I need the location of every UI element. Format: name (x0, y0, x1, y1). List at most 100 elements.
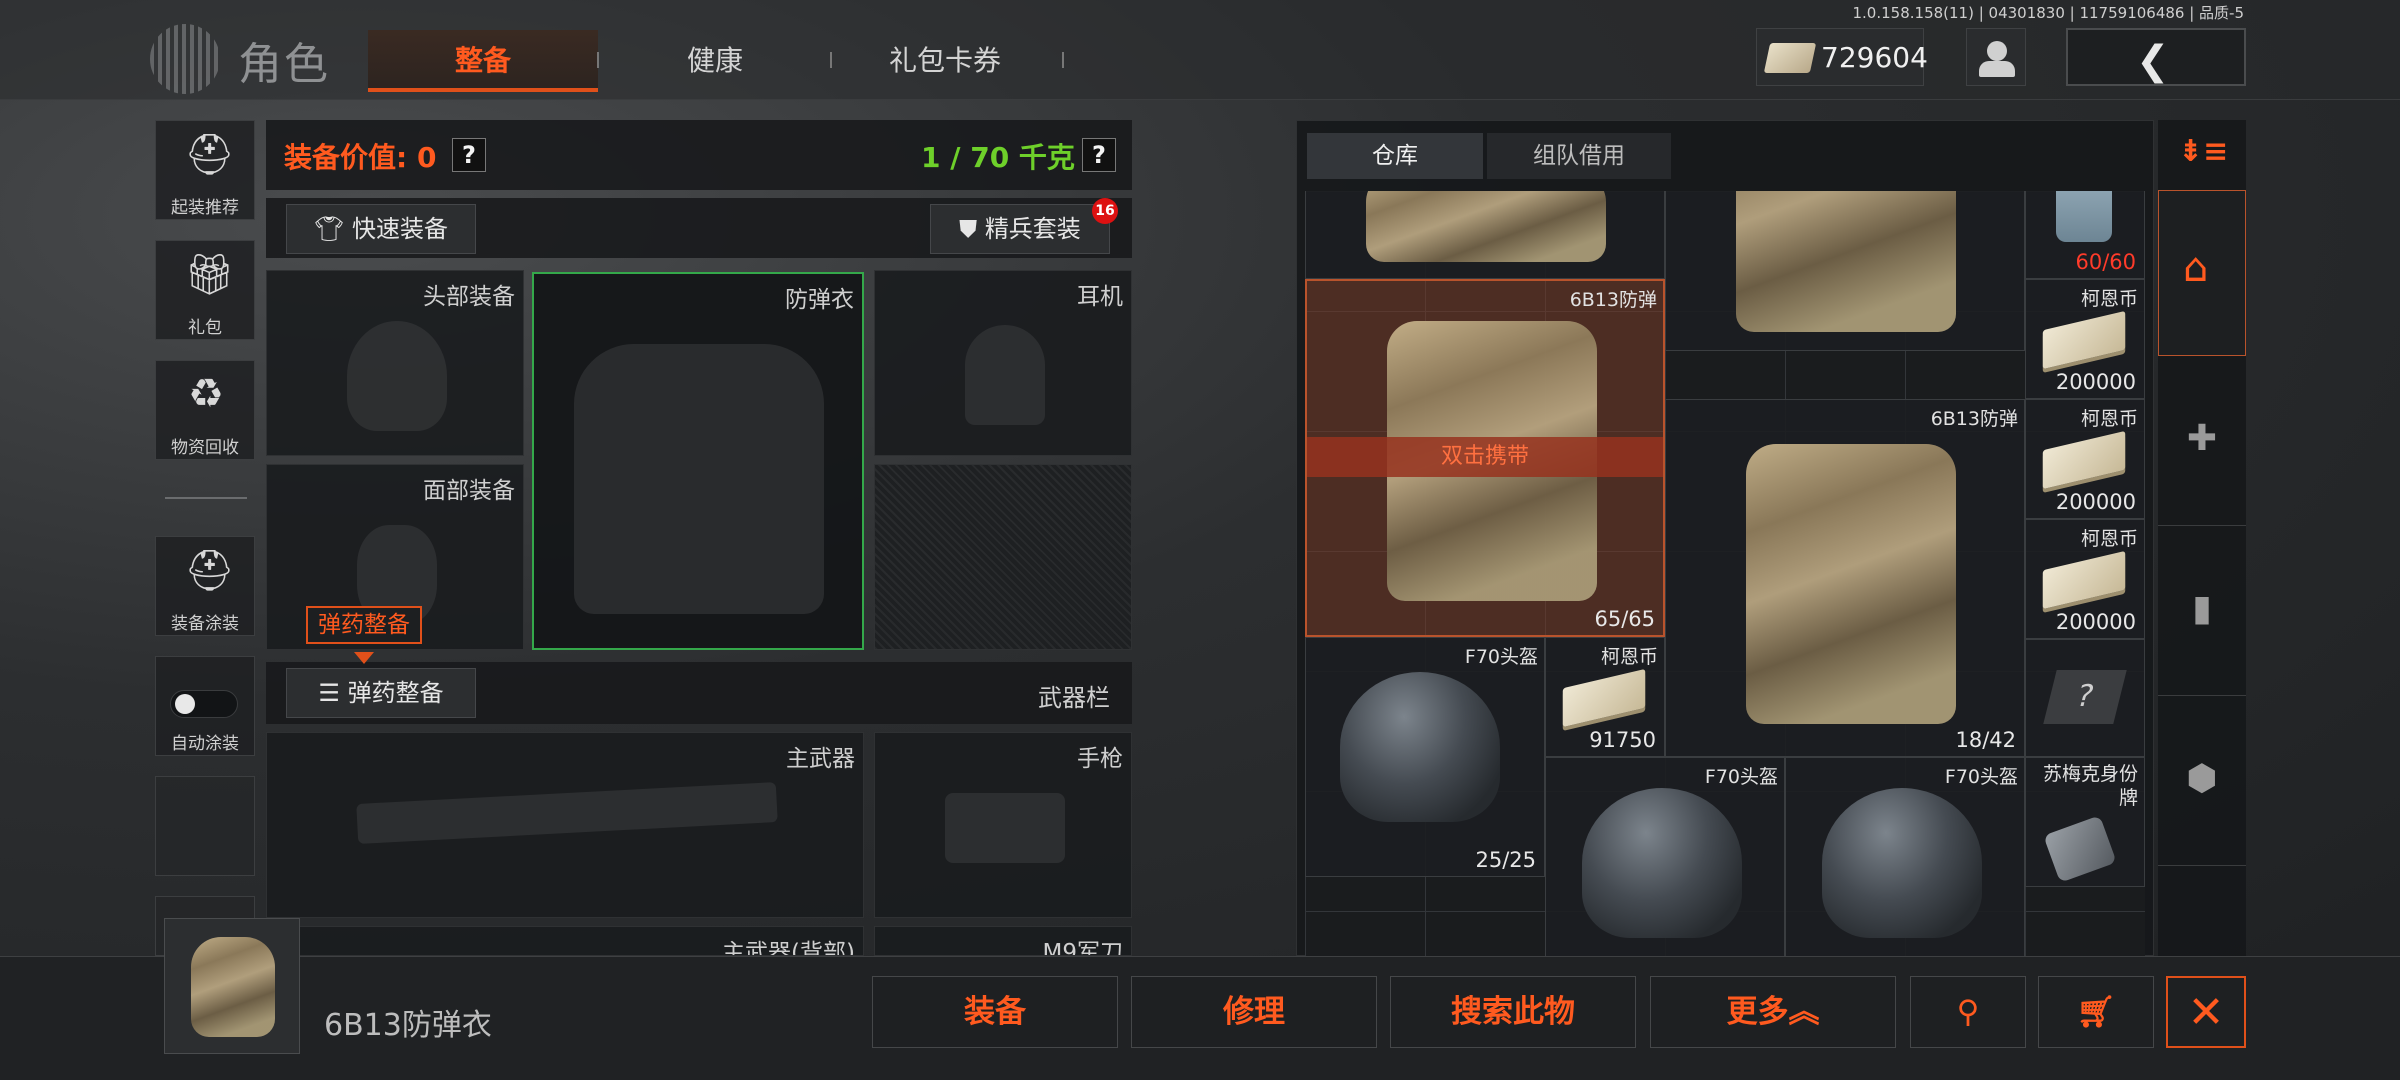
slot-label: 防弹衣 (785, 287, 854, 313)
primary-weapon-slot[interactable]: 主武器 (266, 732, 864, 918)
tab-gift-cards[interactable]: 礼包卡券 (830, 30, 1060, 92)
slot-label: 主武器 (786, 746, 855, 772)
magnify-button[interactable]: ⚲ (1910, 976, 2026, 1048)
item-value: 200000 (2055, 490, 2136, 514)
grid-item-helmet[interactable]: F70头盔 (1545, 757, 1785, 957)
sidebar-item-recycle[interactable]: ♻ 物资回收 (155, 360, 255, 460)
help-icon[interactable]: ? (452, 138, 486, 172)
double-tap-carry-label: 双击携带 (1307, 437, 1663, 477)
headset-placeholder-icon (965, 325, 1045, 425)
banknote-icon (2042, 310, 2126, 370)
helmet-icon (1582, 788, 1742, 938)
gear-item-icon (1366, 191, 1606, 262)
more-label: 更多 (1726, 994, 1789, 1030)
back-button[interactable]: ❮ (2066, 28, 2246, 86)
banknote-icon (2042, 550, 2126, 610)
body-armor-icon (191, 937, 275, 1037)
cart-icon: 🛒︎ (2076, 994, 2116, 1030)
sidebar-item-preset[interactable]: ⛑ 起装推荐 (155, 120, 255, 220)
close-button[interactable]: ✕ (2166, 976, 2246, 1048)
search-item-button[interactable]: 搜索此物 (1390, 976, 1636, 1048)
weapon-column-label: 武器栏 (1038, 684, 1110, 712)
chevron-up-double-icon: ︽ (1788, 994, 1820, 1030)
sidebar-item-gift[interactable]: 🎁︎ 礼包 (155, 240, 255, 340)
magazine-icon: ▮ (2192, 588, 2212, 629)
auto-paint-toggle[interactable] (170, 690, 238, 718)
cube-icon: ⬢ (2186, 758, 2218, 799)
grid-item-unknown[interactable]: ? (2025, 639, 2145, 757)
slot-label: M9军刀 (1042, 940, 1123, 956)
grid-item-money[interactable]: 柯恩币 200000 (2025, 399, 2145, 519)
item-count: 60/60 (2075, 250, 2136, 274)
selected-item-name: 6B13防弹衣 (324, 1008, 492, 1043)
gift-icon: 🎁︎ (184, 252, 235, 298)
body-armor-slot[interactable]: 防弹衣 (532, 272, 864, 650)
tab-team-borrow[interactable]: 组队借用 (1487, 133, 1671, 179)
category-all[interactable]: ⌂ (2158, 190, 2246, 356)
slot-label: 面部装备 (423, 478, 515, 504)
pistol-slot[interactable]: 手枪 (874, 732, 1132, 918)
ammo-tooltip: 弹药整备 (306, 606, 422, 644)
elite-set-button[interactable]: ⛊ 精兵套装 (930, 204, 1110, 254)
elite-set-label: 精兵套装 (984, 215, 1081, 243)
help-icon[interactable]: ? (1082, 138, 1116, 172)
version-text: 1.0.158.158(11) | 04301830 | 11759106486… (1852, 4, 2245, 22)
grid-item-money[interactable]: 柯恩币 200000 (2025, 519, 2145, 639)
sell-cart-button[interactable]: 🛒︎ (2038, 976, 2154, 1048)
helmet-icon (1822, 788, 1982, 938)
category-misc[interactable]: ⬢ (2158, 696, 2246, 866)
category-ammo[interactable]: ▮ (2158, 526, 2246, 696)
equipment-value-bar: 装备价值: 0 ? 1 / 70 千克 ? (266, 120, 1132, 190)
body-armor-icon (1746, 444, 1956, 724)
repair-button[interactable]: 修理 (1131, 976, 1377, 1048)
grid-item-armor[interactable]: 6B13防弹 18/42 (1665, 399, 2025, 757)
category-rail: ⇟≡ ⌂ ✚ ▮ ⬢ (2158, 120, 2246, 956)
storage-grid[interactable]: 60/60 6B13防弹 双击携带 65/65 柯恩币 200000 6B13防… (1305, 191, 2145, 957)
item-name: 苏梅克身份牌 (2042, 763, 2138, 809)
item-name: F70头盔 (1944, 766, 2018, 788)
sidebar-item-paint[interactable]: ⛑ 装备涂装 (155, 536, 255, 636)
soldier-preset-icon: ⛑ (184, 132, 235, 178)
head-gear-slot[interactable]: 头部装备 (266, 270, 524, 456)
banknote-icon (1562, 668, 1646, 728)
grid-item[interactable] (1665, 191, 2025, 351)
shield-icon: ⛊ (959, 215, 985, 243)
item-name: 6B13防弹 (1569, 289, 1657, 311)
category-medical[interactable]: ✚ (2158, 356, 2246, 526)
quick-actions-row: 👕︎ 快速装备 ⛊ 精兵套装 16 (266, 198, 1132, 258)
slot-label: 耳机 (1077, 284, 1123, 310)
selected-armor-item[interactable]: 6B13防弹 双击携带 65/65 (1305, 279, 1665, 637)
character-avatar-button[interactable] (1966, 28, 2026, 86)
recycle-icon: ♻ (188, 371, 224, 417)
toggle-knob (175, 694, 195, 714)
helmet-icon (1340, 672, 1500, 822)
grid-item-helmet[interactable]: F70头盔 (1785, 757, 2025, 957)
knife-slot[interactable]: M9军刀 (874, 926, 1132, 956)
armor-placeholder-icon (574, 344, 824, 614)
item-durability: 65/65 (1594, 607, 1655, 631)
sidebar-item-label: 礼包 (188, 318, 222, 338)
quick-equip-button[interactable]: 👕︎ 快速装备 (286, 204, 476, 254)
globe-logo-icon (150, 24, 220, 94)
headset-slot[interactable]: 耳机 (874, 270, 1132, 456)
tab-equip[interactable]: 整备 (368, 30, 598, 92)
sort-icon[interactable]: ⇟≡ (2178, 134, 2228, 169)
ammo-setup-button[interactable]: ☰ 弹药整备 (286, 668, 476, 718)
weapon-bar: ☰ 弹药整备 武器栏 (266, 662, 1132, 724)
sidebar-item-label: 自动涂装 (171, 734, 239, 754)
grid-item[interactable] (1305, 191, 1665, 279)
grid-item-money[interactable]: 柯恩币 200000 (2025, 279, 2145, 399)
more-button[interactable]: 更多︽ (1650, 976, 1896, 1048)
currency-display[interactable]: 729604 (1756, 28, 1928, 86)
grid-item-helmet[interactable]: F70头盔 25/25 (1305, 637, 1545, 877)
tab-warehouse[interactable]: 仓库 (1307, 133, 1483, 179)
back-weapon-slot[interactable]: 主武器(背部) (266, 926, 864, 956)
quick-equip-label: 快速装备 (352, 215, 449, 243)
rifle-placeholder-icon (356, 782, 778, 844)
grid-item-money[interactable]: 柯恩币 91750 (1545, 637, 1665, 757)
equip-button[interactable]: 装备 (872, 976, 1118, 1048)
grid-item-dogtag[interactable]: 苏梅克身份牌 (2025, 757, 2145, 887)
tab-health[interactable]: 健康 (600, 30, 830, 92)
grid-item-canteen[interactable]: 60/60 (2025, 191, 2145, 279)
medkit-icon: ✚ (2186, 418, 2218, 459)
